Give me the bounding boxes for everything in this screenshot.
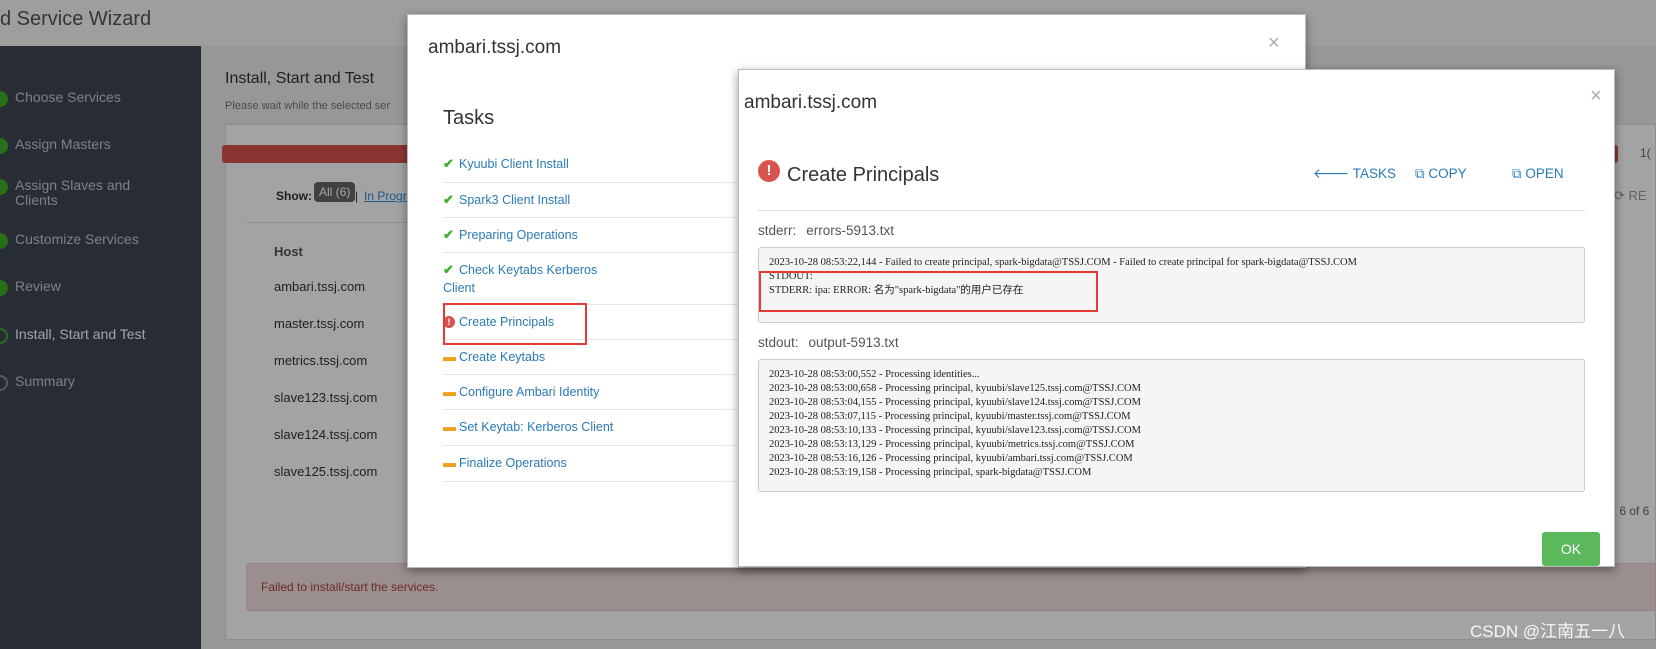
arrow-left-icon: 🡐 bbox=[1313, 166, 1353, 181]
task-item[interactable]: ▬ Set Keytab: Kerberos Client bbox=[443, 418, 723, 436]
copy-link[interactable]: ⧉ COPY bbox=[1415, 166, 1467, 182]
watermark: CSDN @江南五一八 bbox=[1470, 622, 1626, 641]
divider bbox=[443, 252, 743, 253]
check-icon: ✔ bbox=[443, 227, 454, 242]
task-item[interactable]: ▬ Create Keytabs bbox=[443, 348, 723, 366]
stderr-label: stderr: errors-5913.txt bbox=[758, 223, 895, 238]
highlight-box bbox=[759, 271, 1098, 312]
ok-button[interactable]: OK bbox=[1542, 532, 1600, 566]
highlight-box bbox=[443, 303, 587, 345]
divider bbox=[443, 481, 743, 482]
divider bbox=[443, 182, 743, 183]
stdout-file: output-5913.txt bbox=[808, 335, 899, 350]
task-item[interactable]: ▬ Configure Ambari Identity bbox=[443, 383, 723, 401]
tasks-link[interactable]: 🡐 TASKS bbox=[1313, 166, 1396, 182]
close-icon[interactable]: × bbox=[1590, 86, 1602, 106]
stdout-label: stdout: output-5913.txt bbox=[758, 335, 899, 350]
check-icon: ✔ bbox=[443, 156, 454, 171]
divider bbox=[443, 217, 743, 218]
dash-icon: ▬ bbox=[443, 349, 456, 364]
task-log-modal: ambari.tssj.com × ! Create Principals 🡐 … bbox=[738, 69, 1615, 567]
divider bbox=[443, 374, 743, 375]
modal-title: ambari.tssj.com bbox=[744, 92, 878, 113]
tasks-heading: Tasks bbox=[443, 107, 495, 129]
divider bbox=[758, 210, 1585, 211]
task-item[interactable]: ✔ Spark3 Client Install bbox=[443, 191, 723, 209]
stdout-log[interactable]: 2023-10-28 08:53:00,552 - Processing ide… bbox=[758, 359, 1585, 492]
divider bbox=[443, 409, 743, 410]
check-icon: ✔ bbox=[443, 192, 454, 207]
close-icon[interactable]: × bbox=[1268, 33, 1280, 53]
modal-title: ambari.tssj.com bbox=[428, 37, 562, 58]
dash-icon: ▬ bbox=[443, 419, 456, 434]
task-item[interactable]: ✔ Kyuubi Client Install bbox=[443, 155, 723, 173]
dash-icon: ▬ bbox=[443, 455, 456, 470]
exclamation-icon: ! bbox=[758, 160, 780, 182]
external-link-icon: ⧉ bbox=[1512, 166, 1526, 181]
task-title: Create Principals bbox=[787, 164, 940, 186]
divider bbox=[443, 445, 743, 446]
task-item[interactable]: ✔ Check Keytabs Kerberos Client bbox=[443, 261, 623, 297]
check-icon: ✔ bbox=[443, 262, 454, 277]
stderr-file: errors-5913.txt bbox=[806, 223, 895, 238]
task-item[interactable]: ▬ Finalize Operations bbox=[443, 454, 723, 472]
task-item[interactable]: ✔ Preparing Operations bbox=[443, 226, 723, 244]
open-link[interactable]: ⧉ OPEN bbox=[1512, 166, 1564, 182]
dash-icon: ▬ bbox=[443, 384, 456, 399]
clipboard-icon: ⧉ bbox=[1415, 166, 1429, 181]
